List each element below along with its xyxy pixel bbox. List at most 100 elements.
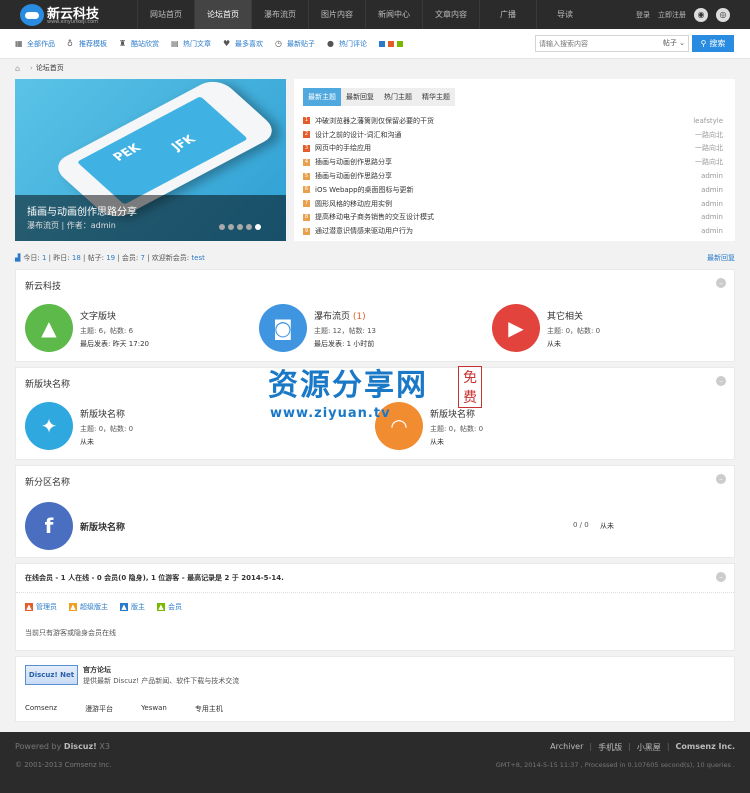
topic-title[interactable]: 插画与动画创作思路分享 [315,157,663,167]
topic-title[interactable]: 冲破浏览器之藩篱则仅保留必要的干货 [315,116,663,126]
topic-title[interactable]: 提高移动电子商务销售的交互设计模式 [315,212,663,222]
cloud-icon [20,4,44,26]
qq-icon[interactable]: ◉ [694,7,708,22]
subnav-all-works[interactable]: ▦ 全部作品 [15,39,55,49]
nav-item-home[interactable]: 网站首页 [137,0,194,29]
forum-item[interactable]: f 新版块名称 0 / 0 从未 [25,502,645,552]
forum-item[interactable]: ◠ 新版块名称 主题: 0，帖数: 0 从未 [375,402,605,452]
topic-author[interactable]: leafstyle [663,117,723,125]
forum-last-post[interactable]: 最后发表: 1 小时前 [314,339,374,349]
nav-item-pictures[interactable]: 图片内容 [308,0,365,29]
stat-posts: 19 [106,253,116,262]
subnav-hot-articles[interactable]: ▤ 热门文章 [171,39,211,49]
topic-title[interactable]: 设计之前的设计-词汇和沟通 [315,130,663,140]
search-scope-select[interactable]: 帖子 ⌄ [663,38,685,48]
slider-dot[interactable] [219,224,225,230]
nav-item-news[interactable]: 新闻中心 [365,0,422,29]
search-box: 帖子 ⌄ [535,35,689,52]
weibo-icon[interactable]: ◎ [716,7,730,22]
subnav-cool-sites[interactable]: ♜ 酷站欣赏 [119,39,159,49]
topic-author[interactable]: admin [663,227,723,235]
topic-title[interactable]: 网页中的手绘应用 [315,143,663,153]
link-manyou[interactable]: 漫游平台 [85,704,113,714]
topic-author[interactable]: 一路向北 [663,157,723,167]
collapse-icon[interactable]: – [716,572,726,582]
nav-item-waterfall[interactable]: 瀑布流页 [251,0,308,29]
theme-color-orange[interactable] [388,41,394,47]
slider-dot[interactable] [246,224,252,230]
topic-author[interactable]: 一路向北 [663,130,723,140]
subnav-recommended[interactable]: ♁ 推荐模板 [67,39,107,49]
nav-item-forum[interactable]: 论坛首页 [194,0,251,29]
nav-item-guide[interactable]: 导读 [536,0,593,29]
slider-dot-active[interactable] [255,224,261,230]
topic-author[interactable]: admin [663,200,723,208]
link-comsenz[interactable]: Comsenz [25,704,57,714]
link-yeswan[interactable]: Yeswan [141,704,167,714]
topic-author[interactable]: 一路向北 [663,143,723,153]
forum-name[interactable]: 文字版块 [80,309,116,322]
forum-item[interactable]: ✦ 新版块名称 主题: 0，帖数: 0 从未 [25,402,255,452]
topic-author[interactable]: admin [663,172,723,180]
forum-stats: ▟ 今日: 1 | 昨日: 18 | 帖子: 19 | 会员: 7 | 欢迎新会… [15,253,735,263]
theme-color-green[interactable] [397,41,403,47]
tab-hot-topics[interactable]: 热门主题 [379,88,417,106]
forum-last-post[interactable]: 最后发表: 昨天 17:20 [80,339,149,349]
forum-stat: 主题: 0，帖数: 0 [547,327,601,335]
group-title[interactable]: 新云科技 [25,279,61,292]
latest-reply-link[interactable]: 最新回复 [707,253,735,263]
tab-featured-topics[interactable]: 精华主题 [417,88,455,106]
tab-latest-topics[interactable]: 最新主题 [303,88,341,106]
topic-author[interactable]: admin [663,186,723,194]
slider-dot[interactable] [237,224,243,230]
topic-title[interactable]: 圆形风格的移动应用实例 [315,199,663,209]
forum-name[interactable]: 其它相关 [547,309,583,322]
forum-group-3: 新分区名称 – f 新版块名称 0 / 0 从未 [15,465,735,558]
forum-name[interactable]: 新版块名称 [430,407,475,420]
search-input[interactable] [536,36,646,51]
main-nav: 网站首页 论坛首页 瀑布流页 图片内容 新闻中心 文章内容 广播 导读 [137,0,593,29]
site-logo[interactable]: 新云科技 www.xinyunkeji.com [20,3,130,27]
forum-last-post: 从未 [430,438,444,446]
collapse-icon[interactable]: – [716,376,726,386]
search-button[interactable]: ⚲ 搜索 [692,35,734,52]
breadcrumb-current[interactable]: 论坛首页 [36,63,64,73]
mobile-link[interactable]: 手机版 [598,742,622,753]
forum-name[interactable]: 新版块名称 [80,520,125,533]
topic-title[interactable]: 插画与动画创作思路分享 [315,171,663,181]
theme-color-blue[interactable] [379,41,385,47]
forum-name[interactable]: 新版块名称 [80,407,125,420]
subnav-latest-posts[interactable]: ◷ 最新贴子 [275,39,315,49]
topic-title[interactable]: 通过潜意识情感来驱动用户行为 [315,226,663,236]
subnav-hot-comments[interactable]: ● 热门评论 [327,39,367,49]
forum-item[interactable]: ◙ 瀑布流页 (1) 主题: 12，帖数: 13 最后发表: 1 小时前 [259,304,489,354]
home-icon[interactable]: ⌂ [15,64,24,73]
online-summary[interactable]: 在线会员 - 1 人在线 - 0 会员(0 隐身), 1 位游客 - 最高记录是… [25,573,284,583]
comsenz-link[interactable]: Comsenz Inc. [676,742,735,753]
group-title[interactable]: 新分区名称 [25,475,70,488]
forum-item[interactable]: ▲ 文字版块 主题: 6，帖数: 6 最后发表: 昨天 17:20 [25,304,255,354]
discuz-link[interactable]: Discuz! [64,742,97,751]
blackroom-link[interactable]: 小黑屋 [637,742,661,753]
login-link[interactable]: 登录 [636,10,650,20]
group-title[interactable]: 新版块名称 [25,377,70,390]
topic-title[interactable]: iOS Webapp的桌面图标与更新 [315,185,663,195]
archiver-link[interactable]: Archiver [550,742,583,753]
forum-name[interactable]: 瀑布流页 (1) [314,309,366,322]
register-link[interactable]: 立即注册 [658,10,686,20]
collapse-icon[interactable]: – [716,278,726,288]
nav-item-broadcast[interactable]: 广播 [479,0,536,29]
slide-title[interactable]: 插画与动画创作思路分享 [27,203,137,218]
link-hosting[interactable]: 专用主机 [195,704,223,714]
nav-item-articles[interactable]: 文章内容 [422,0,479,29]
collapse-icon[interactable]: – [716,474,726,484]
tab-latest-replies[interactable]: 最新回复 [341,88,379,106]
slider-dot[interactable] [228,224,234,230]
forum-item[interactable]: ▶ 其它相关 主题: 0，帖数: 0 从未 [492,304,722,354]
link-title[interactable]: 官方论坛 [83,665,111,675]
topic-author[interactable]: admin [663,213,723,221]
discuz-logo[interactable]: Discuz! Net [25,665,78,685]
forum-stat: 主题: 0，帖数: 0 [430,425,484,433]
newest-member-link[interactable]: test [191,254,204,262]
subnav-most-liked[interactable]: ♥ 最多喜欢 [223,39,263,49]
